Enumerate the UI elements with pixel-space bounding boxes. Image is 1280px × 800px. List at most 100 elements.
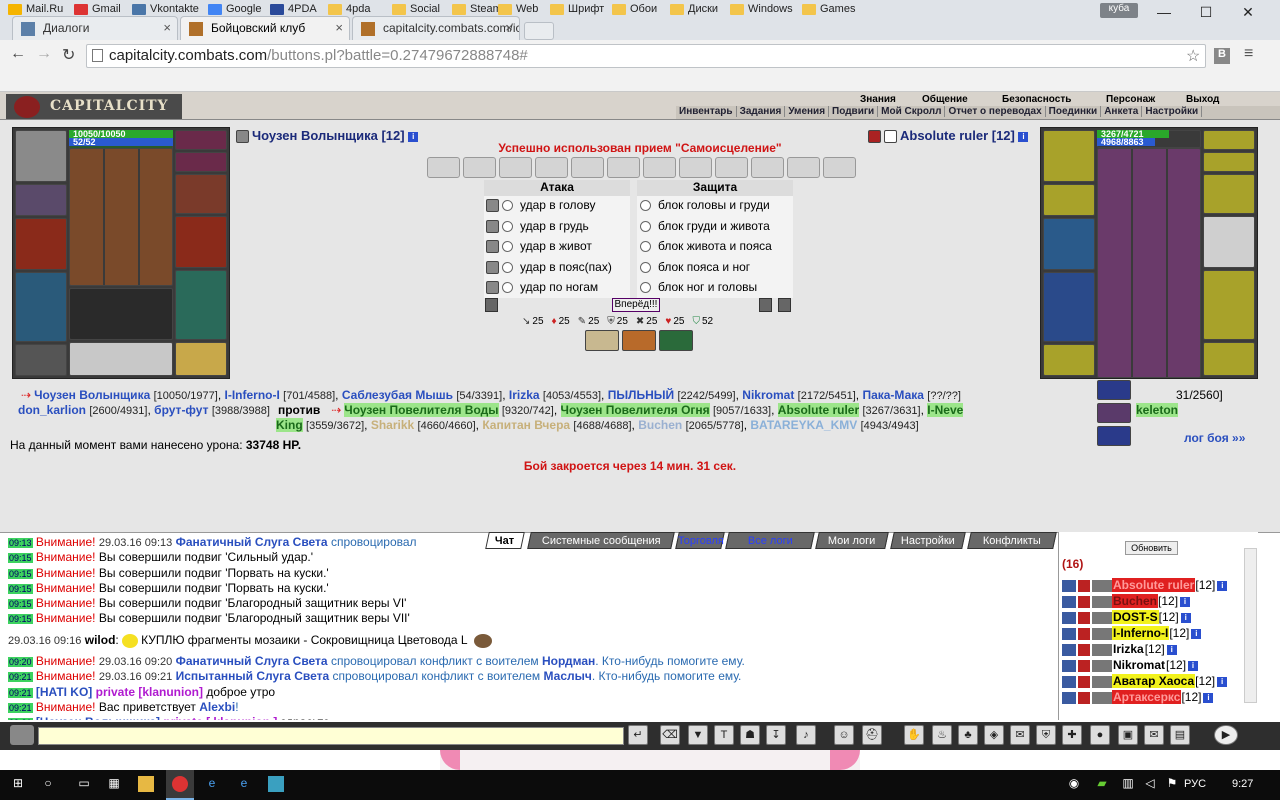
attack-zone-icon[interactable] xyxy=(486,199,499,213)
nickname[interactable]: [Чоузен Волынщика] xyxy=(36,715,160,720)
fighter-name[interactable]: брут-фут xyxy=(154,403,208,417)
defense-radio[interactable] xyxy=(640,241,651,253)
clock[interactable]: 9:27 xyxy=(1232,778,1253,790)
scroll-slot[interactable] xyxy=(427,157,460,178)
user-name[interactable]: Buchen xyxy=(1112,594,1159,608)
left-player-name[interactable]: Чоузен Волынщика [12] i xyxy=(236,128,419,144)
minimize-icon[interactable]: — xyxy=(1144,4,1184,24)
legs-slot[interactable] xyxy=(1203,270,1255,340)
nickname[interactable]: Испытанный Слуга Света xyxy=(176,669,330,683)
nvidia-tray-icon[interactable]: ▰ xyxy=(1094,776,1110,792)
target-nick[interactable]: Alexbi xyxy=(199,700,235,714)
edge-icon[interactable]: e xyxy=(204,776,220,792)
armor-slot[interactable] xyxy=(15,272,67,342)
menu-character[interactable]: Персонаж xyxy=(1106,94,1155,105)
amulet-slot[interactable] xyxy=(1203,130,1255,150)
fighter-name[interactable]: King xyxy=(276,418,303,432)
timestamp[interactable]: 09:15 xyxy=(8,568,33,579)
bracer-slot[interactable] xyxy=(1043,184,1095,216)
timestamp[interactable]: 09:21 xyxy=(8,702,33,713)
timestamp[interactable]: 09:13 xyxy=(8,538,33,548)
skull-icon[interactable] xyxy=(759,298,772,312)
defense-option[interactable]: блок головы и груди xyxy=(640,198,770,218)
chat-mode-icon[interactable] xyxy=(10,725,34,745)
ie-icon[interactable]: e xyxy=(236,776,252,792)
tab-dialogs[interactable]: Диалоги × xyxy=(12,16,178,40)
user-name[interactable]: Аватар Хаоса xyxy=(1112,674,1196,688)
new-tab-button[interactable] xyxy=(524,22,554,40)
skill-slot[interactable] xyxy=(585,330,619,351)
defense-radio[interactable] xyxy=(640,261,651,273)
attack-zone-icon[interactable] xyxy=(486,219,499,233)
bookmark-2[interactable]: Vkontakte xyxy=(132,3,199,19)
chat-input[interactable] xyxy=(38,727,624,745)
fighter-name[interactable]: I-Neve xyxy=(927,403,964,417)
submenu-item[interactable]: Инвентарь xyxy=(676,106,737,117)
nickname[interactable]: Фанатичный Слуга Света xyxy=(176,535,328,549)
user-name[interactable]: Absolute ruler xyxy=(1112,578,1196,592)
defense-option[interactable]: блок пояса и ног xyxy=(640,260,750,280)
search-icon[interactable]: ○ xyxy=(40,776,56,792)
fighter-name[interactable]: BATAREYKA_KMV xyxy=(750,418,857,432)
maximize-icon[interactable]: ☐ xyxy=(1186,4,1226,24)
close-icon[interactable]: × xyxy=(505,20,513,35)
user-row[interactable]: DOST-S[12] i xyxy=(1062,610,1191,626)
tab-0[interactable]: Чат xyxy=(485,532,525,549)
tab-4[interactable]: Мои логи xyxy=(815,532,889,549)
extra-slot[interactable] xyxy=(1097,403,1131,423)
user-row[interactable]: Buchen[12] i xyxy=(1062,594,1191,610)
scroll-slot[interactable] xyxy=(499,157,532,178)
timestamp[interactable]: 09:15 xyxy=(8,614,33,625)
scroll-slot[interactable] xyxy=(535,157,568,178)
tab-1[interactable]: Системные сообщения xyxy=(527,532,675,549)
submenu-item[interactable]: Подвиги xyxy=(829,106,879,117)
fighter-name[interactable]: Absolute ruler xyxy=(777,403,860,417)
forward-icon[interactable]: → xyxy=(36,45,52,63)
fighter-name[interactable]: Чоузен Волынщика xyxy=(34,388,150,402)
submenu-item[interactable]: Анкета xyxy=(1101,106,1143,117)
attack-radio[interactable] xyxy=(502,220,513,232)
boots-slot[interactable] xyxy=(1203,342,1255,376)
tab-6[interactable]: Конфликты xyxy=(967,532,1057,549)
scroll-slot[interactable] xyxy=(571,157,604,178)
sound-icon[interactable]: ♪ xyxy=(796,725,816,745)
bookmark-10[interactable]: Обои xyxy=(612,3,657,19)
user-row[interactable]: Irizka[12] i xyxy=(1062,642,1177,658)
bookmark-9[interactable]: Шрифт xyxy=(550,3,604,19)
bookmark-12[interactable]: Windows xyxy=(730,3,793,19)
attack-option[interactable]: удар в живот xyxy=(486,239,592,259)
bookmark-8[interactable]: Web xyxy=(498,3,538,19)
bookmark-6[interactable]: Social xyxy=(392,3,440,19)
bag-icon[interactable]: ◈ xyxy=(984,725,1004,745)
flag-tray-icon[interactable]: ⚑ xyxy=(1164,776,1180,792)
fighter-name[interactable]: Капитан Вчера xyxy=(482,418,570,432)
fighter-name[interactable]: Саблезубая Мышь xyxy=(342,388,453,402)
bookmark-1[interactable]: Gmail xyxy=(74,3,121,19)
weapon-slot[interactable] xyxy=(15,218,67,270)
helmet-slot[interactable] xyxy=(1043,130,1095,182)
fire-icon[interactable]: ♨ xyxy=(932,725,952,745)
tab-capitalcity[interactable]: capitalcity.combats.com/ic × xyxy=(352,16,520,40)
info-icon[interactable]: i xyxy=(1217,676,1228,687)
spell-grid[interactable] xyxy=(69,148,173,286)
refresh-button[interactable]: Обновить xyxy=(1125,541,1178,555)
private-label[interactable]: private [ klanunion ] xyxy=(163,715,277,720)
profile-badge[interactable]: куба xyxy=(1100,3,1138,18)
user-row[interactable]: Absolute ruler[12] i xyxy=(1062,578,1228,594)
scroll-slot[interactable] xyxy=(751,157,784,178)
attack-radio[interactable] xyxy=(502,261,513,273)
eraser-icon[interactable]: ⌫ xyxy=(660,725,680,745)
user-status-icons[interactable] xyxy=(1062,611,1112,624)
store-icon[interactable]: ▦ xyxy=(106,776,122,792)
scroll-slot[interactable] xyxy=(787,157,820,178)
user-status-icons[interactable] xyxy=(1062,595,1112,608)
extra-slot[interactable] xyxy=(1097,426,1131,446)
app-icon[interactable] xyxy=(268,776,284,792)
user-name[interactable]: DOST-S xyxy=(1112,610,1159,624)
bookmark-0[interactable]: Mail.Ru xyxy=(8,3,63,19)
trash-icon[interactable]: ▣ xyxy=(1118,725,1138,745)
info-icon[interactable]: i xyxy=(1188,660,1199,671)
info-icon[interactable]: i xyxy=(1166,644,1177,655)
submenu-item[interactable]: Отчет о переводах xyxy=(945,106,1046,117)
scroll-slot[interactable] xyxy=(715,157,748,178)
